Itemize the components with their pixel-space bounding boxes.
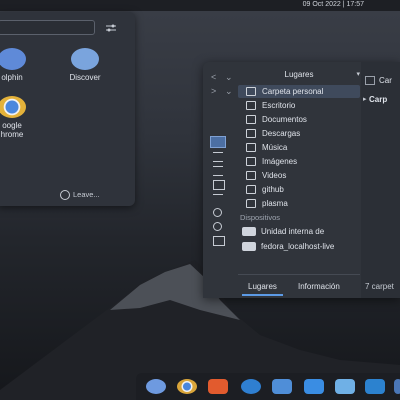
places-panel: Lugares ▾ Carpeta personal Escritorio Do…: [238, 70, 360, 286]
clock[interactable]: 09 Oct 2022 | 17:57: [303, 1, 364, 8]
place-documents[interactable]: Documentos: [238, 113, 360, 126]
gitlab-icon[interactable]: [208, 379, 228, 394]
home-icon: [246, 87, 256, 97]
app-label: oogle hrome: [0, 121, 24, 139]
power-icon: [60, 190, 70, 201]
downloads-icon: [246, 129, 256, 139]
folder-icon: [246, 185, 256, 195]
chrome-icon[interactable]: [177, 379, 197, 394]
app-tile-chrome[interactable]: oogle hrome: [0, 96, 42, 139]
app-launcher: olphin Discover oogle hrome Leave...: [0, 12, 135, 206]
file-manager-window: < ⌄ > ⌄ Lugares ▾ Carpeta personal Escri…: [203, 62, 400, 298]
columns-view-icon[interactable]: [213, 180, 225, 190]
panel-tabs: Lugares Información: [238, 274, 360, 297]
app-tile-dolphin[interactable]: olphin: [0, 48, 42, 82]
back-icon[interactable]: <: [211, 72, 216, 82]
menu-icon[interactable]: ▾: [356, 70, 360, 78]
dolphin-icon: [0, 48, 26, 70]
vscode-icon[interactable]: [365, 379, 385, 394]
place-music[interactable]: Música: [238, 141, 360, 154]
drive-icon: [242, 242, 256, 252]
breadcrumb[interactable]: Carp: [369, 95, 387, 104]
app-tile-discover[interactable]: Discover: [55, 48, 115, 82]
dock: [136, 373, 400, 400]
place-label: Escritorio: [262, 101, 296, 110]
place-label: github: [262, 185, 284, 194]
place-downloads[interactable]: Descargas: [238, 127, 360, 140]
image-icon[interactable]: [213, 236, 225, 246]
place-label: Imágenes: [262, 157, 298, 166]
tab-places[interactable]: Lugares: [242, 279, 283, 296]
place-images[interactable]: Imágenes: [238, 155, 360, 168]
chevron-right-icon: ▸: [363, 96, 367, 103]
dolphin-icon[interactable]: [146, 379, 166, 394]
place-label: plasma: [262, 199, 288, 208]
device-label: fedora_localhost-live: [261, 242, 335, 251]
documents-icon: [246, 115, 256, 125]
settings-icon[interactable]: [241, 379, 261, 394]
place-label: Videos: [262, 171, 287, 180]
place-label: Música: [262, 143, 288, 152]
app-label: olphin: [1, 73, 23, 82]
forward-icon[interactable]: >: [211, 86, 216, 96]
grid-view-icon[interactable]: [210, 136, 226, 148]
tree-view-icon[interactable]: [213, 194, 223, 203]
toolbox-icon[interactable]: [304, 379, 324, 394]
place-label: Documentos: [262, 115, 307, 124]
folder-icon: [365, 76, 375, 85]
place-github[interactable]: github: [238, 183, 360, 196]
place-plasma[interactable]: plasma: [238, 197, 360, 210]
compact-view-icon[interactable]: [213, 152, 223, 162]
list-view-icon[interactable]: [213, 166, 223, 176]
places-view-bar: [203, 96, 233, 296]
search-icon[interactable]: [213, 208, 222, 217]
window-title: Car: [379, 76, 392, 85]
chrome-icon: [0, 96, 26, 118]
devices-header: Dispositivos: [240, 213, 281, 222]
screen-icon[interactable]: [272, 379, 292, 394]
place-label: Carpeta personal: [262, 87, 324, 96]
device-fedora-live[interactable]: fedora_localhost-live: [238, 240, 360, 253]
folder-view: Car ▸ Carp 7 carpet: [361, 62, 400, 298]
music-icon: [246, 143, 256, 153]
folder-icon: [246, 199, 256, 209]
videos-icon: [246, 171, 256, 181]
place-label: Descargas: [262, 129, 301, 138]
device-label: Unidad interna de: [261, 227, 325, 236]
settings-icon[interactable]: [104, 21, 118, 33]
place-videos[interactable]: Videos: [238, 169, 360, 182]
discover-icon: [71, 48, 99, 70]
extra-icon[interactable]: [394, 379, 400, 394]
weather-icon[interactable]: [335, 379, 355, 394]
chevron-down-icon[interactable]: ⌄: [225, 72, 233, 83]
place-home[interactable]: Carpeta personal: [238, 85, 360, 98]
launcher-search-input[interactable]: [0, 20, 95, 35]
leave-label: Leave...: [73, 190, 100, 199]
device-internal-drive[interactable]: Unidad interna de: [238, 225, 360, 238]
tab-information[interactable]: Información: [292, 279, 346, 294]
places-title: Lugares: [284, 70, 314, 79]
leave-button[interactable]: Leave...: [60, 190, 100, 201]
top-panel: 09 Oct 2022 | 17:57: [0, 0, 400, 11]
place-desktop[interactable]: Escritorio: [238, 99, 360, 112]
desktop-icon: [246, 101, 256, 111]
drive-icon: [242, 227, 256, 237]
app-label: Discover: [69, 73, 101, 82]
images-icon: [246, 157, 256, 167]
status-bar: 7 carpet: [365, 282, 394, 291]
more-icon[interactable]: [213, 222, 222, 231]
